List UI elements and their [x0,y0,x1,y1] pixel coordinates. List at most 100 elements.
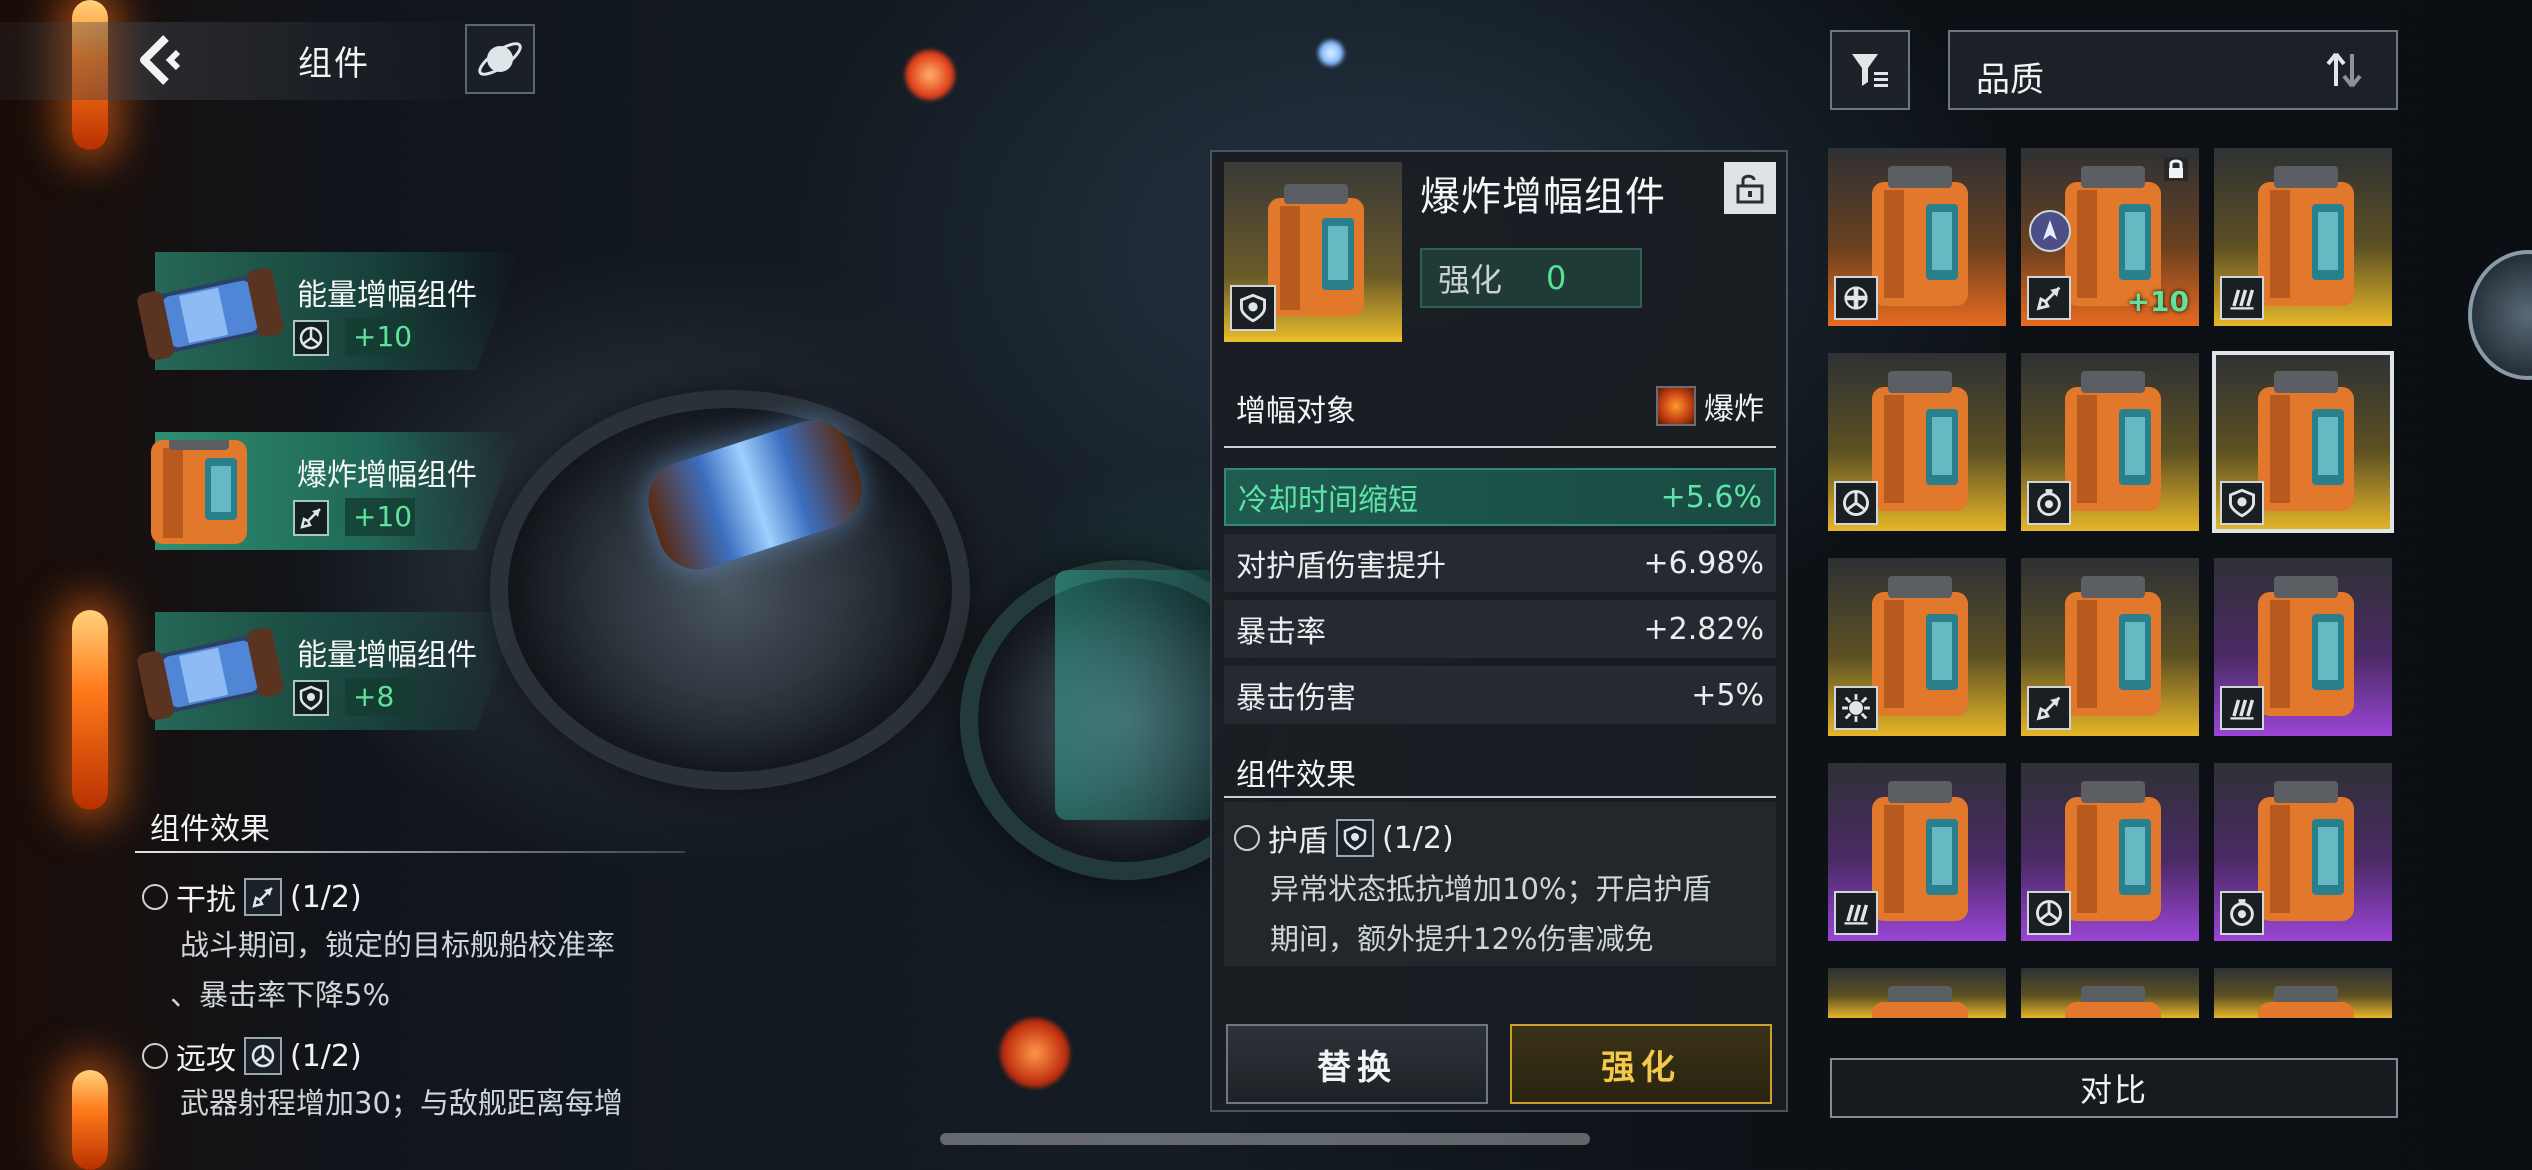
stat-value: +5.6% [1660,479,1762,515]
enhance-label: 强化 [1438,261,1503,299]
hologram-decor [1055,570,1215,820]
enhance-value: 0 [1546,259,1567,297]
equipped-slot[interactable]: 能量增幅组件 +8 [135,612,520,730]
energy-canister-image [137,267,284,361]
rocket-icon [2027,276,2071,320]
set-effect-name: 远攻 [176,1042,236,1077]
component-effect-title: 组件效果 [1236,758,1356,793]
target-icon [2027,891,2071,935]
description-line: 战斗期间，锁定的目标舰船校准率 [180,928,616,962]
back-button[interactable] [130,30,210,92]
explosive-canister-image [151,440,247,544]
component-effect-row: 护盾 (1/2) [1234,816,1454,860]
bars-icon [1834,891,1878,935]
divider [135,851,685,853]
stat-value: +6.98% [1643,545,1764,581]
inventory-item[interactable] [2214,148,2392,326]
component-level: +8 [345,678,415,716]
inventory-item[interactable] [1828,148,2006,326]
set-effect-description: 战斗期间，锁定的目标舰船校准率 、暴击率下降5% [170,920,616,1020]
inventory-item[interactable] [2212,351,2394,533]
bars-icon [2220,276,2264,320]
stat-value: +5% [1691,677,1764,713]
explosion-icon [1656,386,1696,426]
shield-skull-icon [293,680,329,716]
header-bar [0,22,470,100]
lock-icon [2164,157,2188,181]
gear-burst-icon [1834,686,1878,730]
equipped-ship-icon [2029,210,2071,252]
inventory-item[interactable] [2021,353,2199,531]
inventory-item[interactable] [2214,763,2392,941]
stat-label: 冷却时间缩短 [1238,483,1418,518]
sort-dropdown[interactable]: 品质 [1948,30,2398,110]
item-level: +10 [2126,285,2189,318]
page-title: 组件 [298,44,370,84]
lock-toggle-button[interactable] [1724,162,1776,214]
sort-order-icon [2322,48,2366,101]
inventory-item-partial[interactable] [2214,968,2392,1018]
set-effect-progress: (1/2) [290,879,362,915]
stat-value: +2.82% [1643,611,1764,647]
effect-progress: (1/2) [1382,820,1454,856]
side-bird-button[interactable] [2468,250,2532,380]
component-name: 能量增幅组件 [297,638,477,673]
inventory-item[interactable] [1828,763,2006,941]
rocket-icon [2027,686,2071,730]
radio-icon [1234,825,1260,851]
inventory-item-partial[interactable] [2021,968,2199,1018]
set-effect-row: 干扰 (1/2) [142,875,362,919]
detail-component-name: 爆炸增幅组件 [1420,174,1666,220]
description-line: 武器射程增加30；与敌舰距离每增 [180,1086,623,1118]
planet-icon [478,42,522,76]
set-effect-row: 远攻 (1/2) [142,1034,362,1078]
boost-target-row: 增幅对象 爆炸 [1224,374,1776,438]
inventory-item[interactable] [1828,558,2006,736]
divider [1224,446,1776,448]
timer-skull-icon [2027,481,2071,525]
effect-description: 异常状态抵抗增加10%；开启护盾 期间，额外提升12%伤害减免 [1270,864,1760,964]
set-effect-progress: (1/2) [290,1038,362,1074]
boost-target-value: 爆炸 [1704,392,1764,427]
equipped-slot[interactable]: 爆炸增幅组件 +10 [135,432,520,550]
description-line: 、暴击率下降5% [170,978,391,1012]
fire-light-decor [72,610,108,810]
target-icon [293,320,329,356]
inventory-item[interactable]: +10 [2021,148,2199,326]
rocket-icon [293,500,329,536]
component-name: 爆炸增幅组件 [297,458,477,493]
inventory-item[interactable] [2021,558,2199,736]
planet-button[interactable] [465,24,535,94]
filter-button[interactable] [1830,30,1910,110]
home-indicator [940,1133,1590,1145]
stat-label: 暴击率 [1236,615,1326,650]
description-line: 异常状态抵抗增加10%；开启护盾 [1270,872,1712,906]
boost-target-label: 增幅对象 [1236,394,1356,429]
inventory-item[interactable] [2021,763,2199,941]
chevron-left-icon [140,35,181,85]
component-level: +10 [345,498,415,536]
inventory-item[interactable] [2214,558,2392,736]
radio-icon [142,884,168,910]
timer-skull-icon [2220,891,2264,935]
boost-target-value-group: 爆炸 [1656,384,1764,428]
inventory-item[interactable] [1828,353,2006,531]
sort-label: 品质 [1976,60,2044,100]
lamp-decor [905,50,955,100]
detail-thumbnail [1224,162,1402,342]
enhance-button[interactable]: 强化 [1510,1024,1772,1104]
stat-row: 冷却时间缩短 +5.6% [1224,468,1776,526]
radio-icon [142,1043,168,1069]
shield-skull-icon [1230,285,1276,331]
set-effect-name: 干扰 [176,883,236,918]
target-icon [244,1037,282,1075]
target-icon [1834,481,1878,525]
energy-canister-image [137,627,284,721]
equipped-slot[interactable]: 能量增幅组件 +10 [135,252,520,370]
enhance-level-box: 强化 0 [1420,248,1642,308]
compare-button[interactable]: 对比 [1830,1058,2398,1118]
stat-row: 暴击伤害 +5% [1224,666,1776,724]
inventory-item-partial[interactable] [1828,968,2006,1018]
shield-skull-icon [1336,819,1374,857]
replace-button[interactable]: 替换 [1226,1024,1488,1104]
